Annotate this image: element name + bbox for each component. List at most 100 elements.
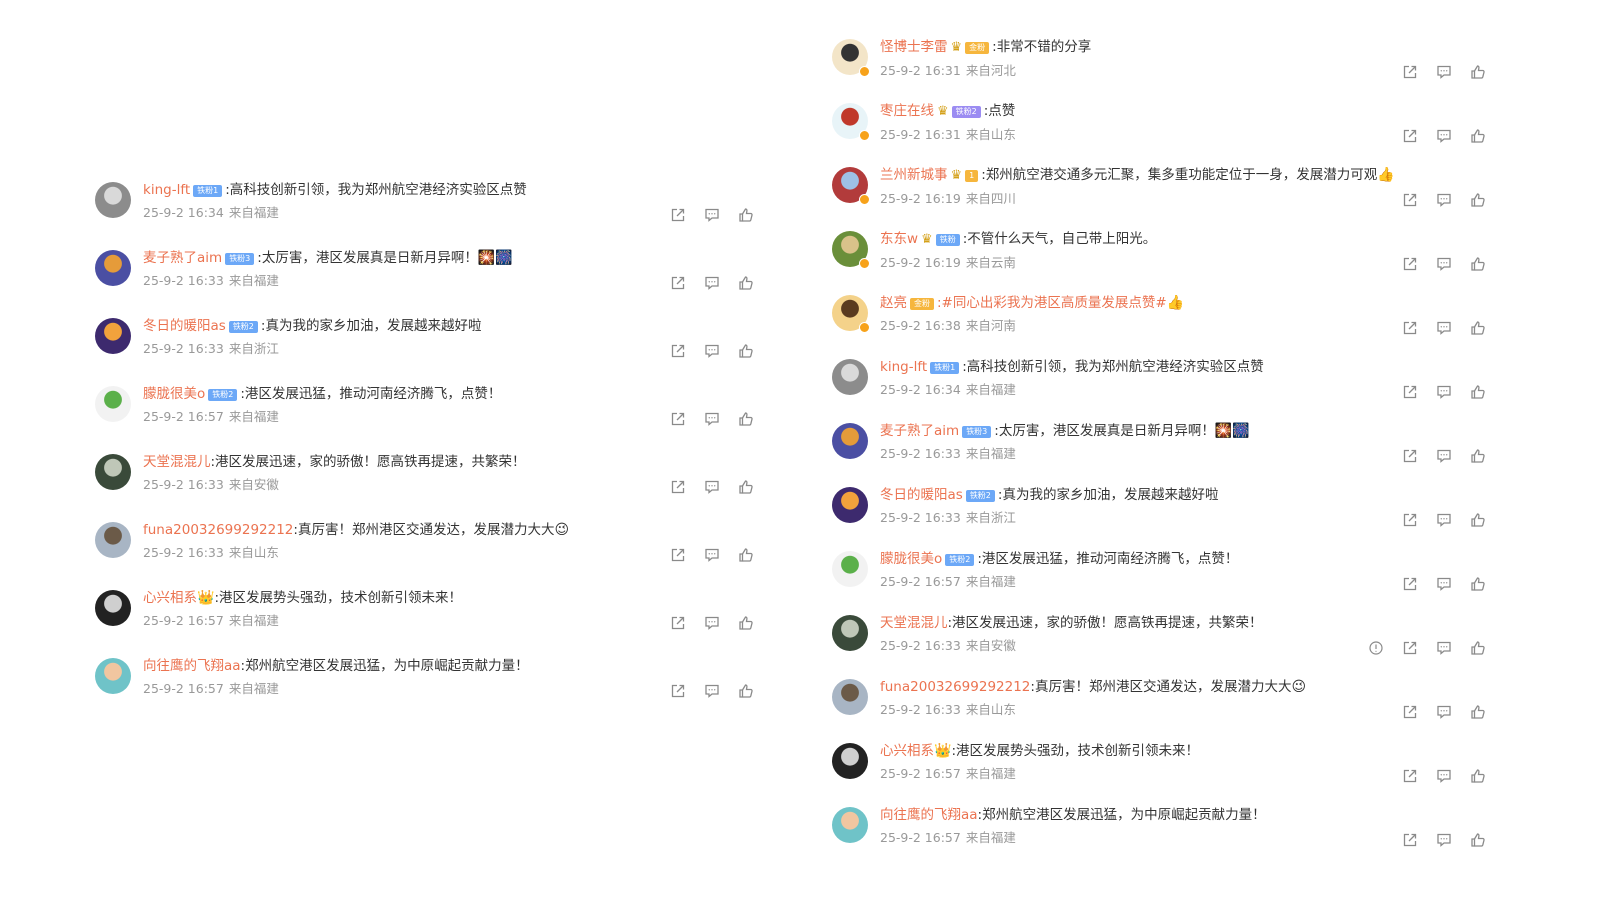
avatar[interactable] bbox=[832, 807, 868, 843]
comment-icon[interactable] bbox=[703, 410, 721, 428]
share-icon[interactable] bbox=[1401, 767, 1419, 785]
comment-icon[interactable] bbox=[1435, 639, 1453, 657]
username-link[interactable]: 心兴相系 bbox=[880, 743, 934, 759]
share-icon[interactable] bbox=[1401, 127, 1419, 145]
username-link[interactable]: 冬日的暖阳as bbox=[143, 318, 226, 334]
share-icon[interactable] bbox=[669, 682, 687, 700]
share-icon[interactable] bbox=[669, 614, 687, 632]
like-icon[interactable] bbox=[1469, 255, 1487, 273]
comment-icon[interactable] bbox=[703, 342, 721, 360]
username-link[interactable]: 麦子熟了aim bbox=[143, 250, 222, 266]
like-icon[interactable] bbox=[1469, 447, 1487, 465]
share-icon[interactable] bbox=[1401, 191, 1419, 209]
comment-icon[interactable] bbox=[1435, 383, 1453, 401]
avatar[interactable] bbox=[95, 590, 131, 626]
like-icon[interactable] bbox=[1469, 767, 1487, 785]
avatar[interactable] bbox=[95, 522, 131, 558]
share-icon[interactable] bbox=[669, 546, 687, 564]
avatar[interactable] bbox=[832, 359, 868, 395]
share-icon[interactable] bbox=[1401, 703, 1419, 721]
avatar[interactable] bbox=[832, 167, 870, 205]
comment-icon[interactable] bbox=[703, 546, 721, 564]
share-icon[interactable] bbox=[669, 478, 687, 496]
share-icon[interactable] bbox=[669, 410, 687, 428]
like-icon[interactable] bbox=[1469, 575, 1487, 593]
share-icon[interactable] bbox=[1401, 831, 1419, 849]
like-icon[interactable] bbox=[1469, 639, 1487, 657]
comment-icon[interactable] bbox=[1435, 703, 1453, 721]
comment-icon[interactable] bbox=[1435, 191, 1453, 209]
share-icon[interactable] bbox=[1401, 511, 1419, 529]
username-link[interactable]: 东东w bbox=[880, 231, 918, 247]
share-icon[interactable] bbox=[1401, 383, 1419, 401]
avatar[interactable] bbox=[832, 39, 870, 77]
comment-icon[interactable] bbox=[703, 206, 721, 224]
share-icon[interactable] bbox=[1401, 319, 1419, 337]
username-link[interactable]: 怪博士李雷 bbox=[880, 39, 948, 55]
username-link[interactable]: 赵亮 bbox=[880, 295, 907, 311]
comment-icon[interactable] bbox=[1435, 831, 1453, 849]
comment-icon[interactable] bbox=[1435, 255, 1453, 273]
avatar[interactable] bbox=[832, 743, 868, 779]
avatar[interactable] bbox=[832, 551, 868, 587]
avatar[interactable] bbox=[832, 423, 868, 459]
share-icon[interactable] bbox=[1401, 63, 1419, 81]
like-icon[interactable] bbox=[1469, 703, 1487, 721]
username-link[interactable]: 冬日的暖阳as bbox=[880, 487, 963, 503]
like-icon[interactable] bbox=[737, 546, 755, 564]
comment-icon[interactable] bbox=[703, 274, 721, 292]
comment-icon[interactable] bbox=[1435, 319, 1453, 337]
comment-icon[interactable] bbox=[1435, 575, 1453, 593]
share-icon[interactable] bbox=[1401, 575, 1419, 593]
avatar[interactable] bbox=[95, 658, 131, 694]
avatar[interactable] bbox=[95, 250, 131, 286]
username-link[interactable]: funa20032699292212 bbox=[143, 522, 293, 538]
like-icon[interactable] bbox=[737, 410, 755, 428]
like-icon[interactable] bbox=[737, 478, 755, 496]
share-icon[interactable] bbox=[1401, 447, 1419, 465]
like-icon[interactable] bbox=[1469, 319, 1487, 337]
like-icon[interactable] bbox=[1469, 511, 1487, 529]
avatar[interactable] bbox=[832, 231, 870, 269]
like-icon[interactable] bbox=[1469, 63, 1487, 81]
username-link[interactable]: 心兴相系 bbox=[143, 590, 197, 606]
like-icon[interactable] bbox=[737, 342, 755, 360]
avatar[interactable] bbox=[95, 454, 131, 490]
like-icon[interactable] bbox=[737, 274, 755, 292]
username-link[interactable]: 枣庄在线 bbox=[880, 103, 934, 119]
username-link[interactable]: 朦胧很美o bbox=[143, 386, 205, 402]
avatar[interactable] bbox=[832, 103, 870, 141]
avatar[interactable] bbox=[832, 487, 868, 523]
like-icon[interactable] bbox=[737, 682, 755, 700]
like-icon[interactable] bbox=[1469, 383, 1487, 401]
username-link[interactable]: 兰州新城事 bbox=[880, 167, 948, 183]
like-icon[interactable] bbox=[737, 614, 755, 632]
username-link[interactable]: funa20032699292212 bbox=[880, 679, 1030, 695]
avatar[interactable] bbox=[95, 182, 131, 218]
like-icon[interactable] bbox=[1469, 127, 1487, 145]
comment-icon[interactable] bbox=[703, 614, 721, 632]
comment-icon[interactable] bbox=[1435, 767, 1453, 785]
comment-icon[interactable] bbox=[1435, 63, 1453, 81]
like-icon[interactable] bbox=[1469, 831, 1487, 849]
username-link[interactable]: king-lft bbox=[880, 359, 927, 375]
username-link[interactable]: 向往鹰的飞翔aa bbox=[880, 807, 978, 823]
username-link[interactable]: 天堂混混儿 bbox=[880, 615, 948, 631]
comment-icon[interactable] bbox=[1435, 511, 1453, 529]
username-link[interactable]: 麦子熟了aim bbox=[880, 423, 959, 439]
like-icon[interactable] bbox=[737, 206, 755, 224]
comment-icon[interactable] bbox=[703, 478, 721, 496]
comment-icon[interactable] bbox=[703, 682, 721, 700]
username-link[interactable]: 向往鹰的飞翔aa bbox=[143, 658, 241, 674]
share-icon[interactable] bbox=[1401, 255, 1419, 273]
share-icon[interactable] bbox=[669, 274, 687, 292]
avatar[interactable] bbox=[832, 679, 868, 715]
username-link[interactable]: king-lft bbox=[143, 182, 190, 198]
comment-icon[interactable] bbox=[1435, 127, 1453, 145]
share-icon[interactable] bbox=[669, 342, 687, 360]
share-icon[interactable] bbox=[1401, 639, 1419, 657]
username-link[interactable]: 天堂混混儿 bbox=[143, 454, 211, 470]
share-icon[interactable] bbox=[669, 206, 687, 224]
avatar[interactable] bbox=[832, 295, 870, 333]
avatar[interactable] bbox=[95, 386, 131, 422]
